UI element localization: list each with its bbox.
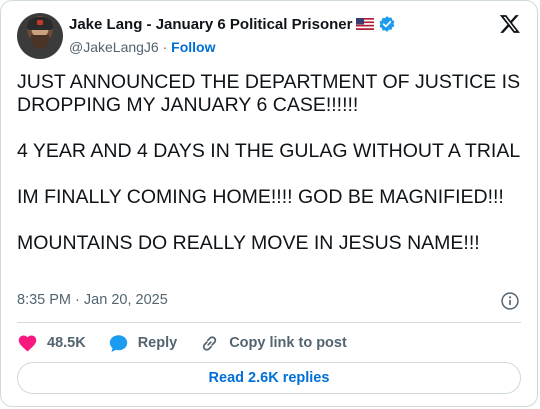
tweet-timestamp[interactable]: 8:35 PM · Jan 20, 2025 — [17, 292, 168, 308]
tweet-card: Jake Lang - January 6 Political Prisoner… — [0, 0, 538, 407]
divider — [17, 322, 521, 323]
action-bar: 48.5K Reply Copy link to post — [17, 332, 369, 354]
tweet-paragraph: JUST ANNOUNCED THE DEPARTMENT OF JUSTICE… — [17, 71, 521, 116]
tweet-text: JUST ANNOUNCED THE DEPARTMENT OF JUSTICE… — [17, 71, 527, 278]
verified-badge-icon — [380, 16, 395, 32]
link-icon — [203, 335, 217, 351]
date-separator: · — [75, 292, 80, 308]
tweet-time: 8:35 PM — [17, 292, 71, 308]
reply-label: Reply — [137, 335, 178, 351]
reply-button[interactable]: Reply — [108, 333, 178, 354]
speech-bubble-icon — [109, 334, 127, 352]
avatar-cap — [27, 17, 53, 30]
follow-button[interactable]: Follow — [171, 39, 215, 55]
info-icon[interactable] — [500, 291, 520, 311]
author-name[interactable]: Jake Lang - January 6 Political Prisoner — [69, 16, 352, 33]
handle-separator: · — [162, 39, 168, 55]
us-flag-icon — [356, 18, 375, 30]
tweet-paragraph: 4 YEAR AND 4 DAYS IN THE GULAG WITHOUT A… — [17, 140, 521, 162]
copy-link-label: Copy link to post — [229, 335, 347, 351]
tweet-header: Jake Lang - January 6 Political Prisoner… — [17, 13, 525, 61]
heart-icon — [18, 334, 37, 352]
tweet-paragraph: MOUNTAINS DO REALLY MOVE IN JESUS NAME!!… — [17, 232, 480, 254]
read-replies-label: Read 2.6K replies — [208, 370, 330, 386]
author-avatar[interactable] — [17, 13, 63, 59]
like-count: 48.5K — [47, 335, 86, 351]
author-handle[interactable]: @JakeLangJ6 — [69, 39, 159, 55]
author-handle-row: @JakeLangJ6 · Follow — [69, 39, 216, 55]
x-logo-icon[interactable] — [499, 13, 521, 35]
read-replies-button[interactable]: Read 2.6K replies — [17, 362, 521, 394]
avatar-beard — [31, 35, 49, 49]
copy-link-button[interactable]: Copy link to post — [199, 333, 347, 354]
tweet-date: Jan 20, 2025 — [83, 292, 168, 308]
author-name-row: Jake Lang - January 6 Political Prisoner — [69, 15, 396, 33]
like-button[interactable]: 48.5K — [17, 333, 86, 354]
tweet-paragraph: IM FINALLY COMING HOME!!!! GOD BE MAGNIF… — [17, 186, 504, 208]
